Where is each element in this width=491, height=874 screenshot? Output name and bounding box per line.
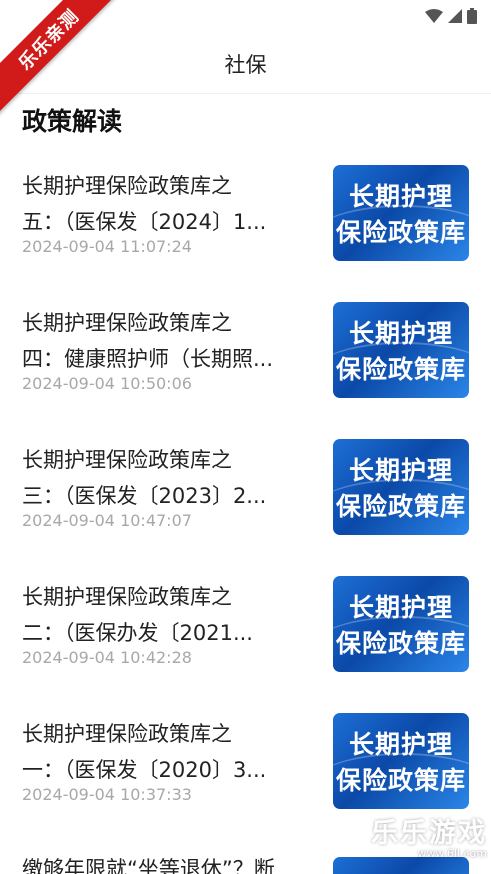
thumbnail-text-line1: 长期护理 xyxy=(348,730,453,759)
article-list: 长期护理保险政策库之 五：（医保发〔2024〕1... 2024-09-04 1… xyxy=(0,150,491,874)
article-timestamp: 2024-09-04 10:42:28 xyxy=(22,648,192,667)
article-title-line1: 长期护理保险政策库之 xyxy=(22,448,232,472)
article-title-line1: 长期护理保险政策库之 xyxy=(22,174,232,198)
wifi-icon xyxy=(425,9,443,23)
list-item[interactable]: 长期护理保险政策库之 五：（医保发〔2024〕1... 2024-09-04 1… xyxy=(0,150,491,287)
article-title-line2: 五：（医保发〔2024〕1... xyxy=(22,210,267,234)
thumbnail-text-line1: 长期护理 xyxy=(348,456,453,485)
article-title: 长期护理保险政策库之 二：（医保办发〔2021... xyxy=(22,579,310,651)
article-title: 长期护理保险政策库之 四：健康照护师（长期照... xyxy=(22,305,310,377)
section-title: 政策解读 xyxy=(22,107,123,136)
article-title-line1: 缴够年限就“坐等退休”？断 xyxy=(22,857,275,874)
thumbnail-text-line1: 长期护理 xyxy=(348,593,453,622)
article-timestamp: 2024-09-04 10:50:06 xyxy=(22,374,192,393)
watermark-logo-text: 乐乐游戏 xyxy=(371,818,487,849)
article-thumbnail: 长期护理 保险政策库 xyxy=(333,302,469,398)
article-title-line2: 二：（医保办发〔2021... xyxy=(22,621,253,645)
article-thumbnail: 长期护理 保险政策库 xyxy=(333,165,469,261)
thumbnail-text-line2: 保险政策库 xyxy=(335,492,466,521)
thumbnail-text-line2: 保险政策库 xyxy=(335,218,466,247)
article-title-line1: 长期护理保险政策库之 xyxy=(22,722,232,746)
article-title: 长期护理保险政策库之 五：（医保发〔2024〕1... xyxy=(22,168,310,240)
thumbnail-text-line1: 长期护理 xyxy=(348,319,453,348)
thumbnail-text-line2: 保险政策库 xyxy=(335,766,466,795)
battery-icon xyxy=(467,8,477,24)
list-item[interactable]: 长期护理保险政策库之 四：健康照护师（长期照... 2024-09-04 10:… xyxy=(0,287,491,424)
article-timestamp: 2024-09-04 10:47:07 xyxy=(22,511,192,530)
article-timestamp: 2024-09-04 11:07:24 xyxy=(22,237,192,256)
thumbnail-text-line1: 长期护理 xyxy=(348,182,453,211)
article-title-line1: 长期护理保险政策库之 xyxy=(22,585,232,609)
article-title-line2: 四：健康照护师（长期照... xyxy=(22,347,274,371)
article-timestamp: 2024-09-04 10:37:33 xyxy=(22,785,192,804)
thumbnail-text-line2: 保险政策库 xyxy=(335,629,466,658)
watermark-logo: 乐乐游戏 www.6ll.com xyxy=(371,811,487,860)
signal-icon xyxy=(448,9,462,23)
article-title: 长期护理保险政策库之 一：（医保发〔2020〕3... xyxy=(22,716,310,788)
article-thumbnail: 长期护理 保险政策库 xyxy=(333,713,469,809)
article-title: 长期护理保险政策库之 三：（医保发〔2023〕2... xyxy=(22,442,310,514)
article-title-line2: 三：（医保发〔2023〕2... xyxy=(22,484,267,508)
list-item[interactable]: 长期护理保险政策库之 三：（医保发〔2023〕2... 2024-09-04 1… xyxy=(0,424,491,561)
article-title: 缴够年限就“坐等退休”？断 xyxy=(22,851,310,874)
page-title: 社保 xyxy=(224,53,267,77)
article-title-line2: 一：（医保发〔2020〕3... xyxy=(22,758,267,782)
article-title-line1: 长期护理保险政策库之 xyxy=(22,311,232,335)
app-bar: 社保 xyxy=(0,32,491,94)
thumbnail-text-line2: 保险政策库 xyxy=(335,355,466,384)
article-thumbnail: 长期护理 保险政策库 xyxy=(333,576,469,672)
article-thumbnail: 长期护理 保险政策库 xyxy=(333,439,469,535)
status-icons xyxy=(425,8,477,24)
list-item[interactable]: 长期护理保险政策库之 二：（医保办发〔2021... 2024-09-04 10… xyxy=(0,561,491,698)
